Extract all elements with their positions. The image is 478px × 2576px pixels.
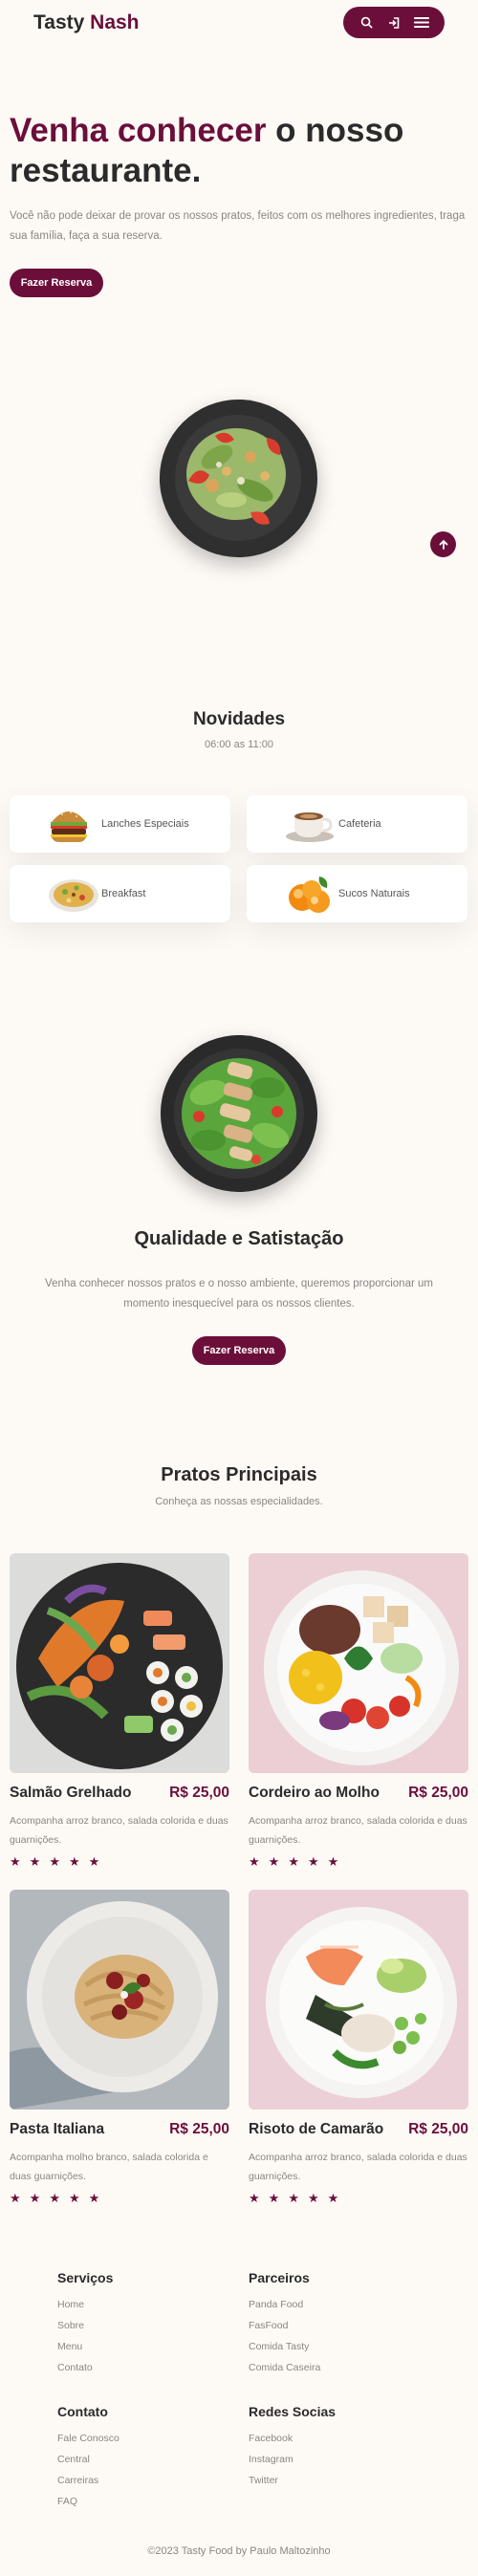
login-icon[interactable] [385,14,402,32]
star-icon: ★ [49,2191,60,2205]
footer-link-carreiras[interactable]: Carreiras [57,2475,98,2486]
footer-heading-redes-sociais: Redes Socias [249,2404,337,2419]
menu-icon[interactable] [413,14,430,32]
dish-rating: ★ ★ ★ ★ ★ [249,2191,338,2206]
copyright: ©2023 Tasty Food by Paulo Maltozinho [147,2545,331,2557]
star-icon: ★ [49,1854,60,1869]
pratos-subtitle: Conheça as nossas especialidades. [155,1496,323,1507]
footer-heading-contato: Contato [57,2404,108,2419]
pratos-title: Pratos Principais [161,1464,317,1485]
footer-link-instagram[interactable]: Instagram [249,2454,293,2465]
footer-link-panda-food[interactable]: Panda Food [249,2299,303,2310]
quality-dish-image [161,1035,317,1192]
novidades-hours: 06:00 as 11:00 [205,739,273,750]
category-label: Sucos Naturais [338,888,410,899]
logo[interactable]: Tasty Nash [33,11,140,34]
dish-price: R$ 25,00 [408,1785,468,1801]
star-icon: ★ [29,2191,41,2205]
category-card-cafeteria[interactable]: Cafeteria [247,795,467,853]
star-icon: ★ [327,2191,339,2205]
footer-link-comida-caseira[interactable]: Comida Caseira [249,2362,320,2373]
star-icon: ★ [68,2191,80,2205]
novidades-title: Novidades [192,709,286,729]
dish-image-risoto[interactable] [249,1890,468,2110]
category-card-lanches[interactable]: Lanches Especiais [10,795,230,853]
star-icon: ★ [29,1854,41,1869]
footer-heading-servicos: Serviços [57,2270,114,2285]
category-label: Breakfast [101,888,146,899]
star-icon: ★ [268,1854,280,1869]
footer-heading-parceiros: Parceiros [249,2270,310,2285]
category-label: Lanches Especiais [101,818,189,830]
hero-title: Venha conhecer o nosso restaurante. [10,111,459,191]
star-icon: ★ [307,2191,319,2205]
rice-dish-icon [48,875,98,913]
coffee-icon [285,805,334,843]
dish-description: Acompanha arroz branco, salada colorida … [249,2152,467,2182]
star-icon: ★ [268,2191,280,2205]
star-icon: ★ [88,1854,100,1869]
dish-name: Risoto de Camarão [249,2121,384,2137]
star-icon: ★ [288,1854,299,1869]
quality-description: Venha conhecer nossos pratos e o nosso a… [45,1278,433,1310]
dish-name: Salmão Grelhado [10,1785,132,1801]
site-header: Tasty Nash [0,0,478,48]
hero-title-accent: Venha conhecer [10,112,267,149]
reserve-button-secondary[interactable]: Fazer Reserva [192,1336,286,1365]
search-icon[interactable] [358,14,375,32]
quality-title: Qualidade e Satistação [134,1228,344,1249]
oranges-icon [285,875,330,913]
dish-description: Acompanha arroz branco, salada colorida … [10,1815,228,1846]
star-icon: ★ [10,2191,21,2205]
footer-link-fale-conosco[interactable]: Fale Conosco [57,2433,120,2444]
burger-icon [48,805,90,843]
star-icon: ★ [68,1854,80,1869]
dish-price: R$ 25,00 [169,1785,229,1801]
dish-rating: ★ ★ ★ ★ ★ [10,1854,99,1870]
dish-image-cordeiro[interactable] [249,1553,468,1773]
scroll-to-top-button[interactable] [430,531,456,557]
footer-link-sobre[interactable]: Sobre [57,2320,84,2331]
footer-link-comida-tasty[interactable]: Comida Tasty [249,2341,309,2352]
footer-link-contato[interactable]: Contato [57,2362,93,2373]
category-card-sucos[interactable]: Sucos Naturais [247,865,467,922]
hero-dish-image [160,400,317,557]
logo-text-primary: Tasty [33,11,85,33]
dish-rating: ★ ★ ★ ★ ★ [10,2191,99,2206]
star-icon: ★ [10,1854,21,1869]
footer-link-twitter[interactable]: Twitter [249,2475,278,2486]
hero-description: Você não pode deixar de provar os nossos… [10,210,466,242]
dish-image-pasta[interactable] [10,1890,229,2110]
footer-link-home[interactable]: Home [57,2299,84,2310]
reserve-button[interactable]: Fazer Reserva [10,269,103,297]
dish-description: Acompanha molho branco, salada colorida … [10,2152,208,2182]
star-icon: ★ [288,2191,299,2205]
star-icon: ★ [307,1854,319,1869]
dish-price: R$ 25,00 [169,2121,229,2137]
category-card-breakfast[interactable]: Breakfast [10,865,230,922]
star-icon: ★ [88,2191,100,2205]
dish-name: Pasta Italiana [10,2121,105,2137]
footer-link-facebook[interactable]: Facebook [249,2433,293,2444]
footer-link-menu[interactable]: Menu [57,2341,82,2352]
logo-text-accent: Nash [90,11,140,33]
dish-description: Acompanha arroz branco, salada colorida … [249,1815,467,1846]
nav-actions [343,7,445,38]
footer-link-central[interactable]: Central [57,2454,90,2465]
star-icon: ★ [249,1854,260,1869]
dish-name: Cordeiro ao Molho [249,1785,380,1801]
star-icon: ★ [327,1854,339,1869]
footer-link-faq[interactable]: FAQ [57,2496,77,2507]
star-icon: ★ [249,2191,260,2205]
dish-image-salmao[interactable] [10,1553,229,1773]
category-label: Cafeteria [338,818,381,830]
dish-price: R$ 25,00 [408,2121,468,2137]
footer-link-fasfood[interactable]: FasFood [249,2320,288,2331]
dish-rating: ★ ★ ★ ★ ★ [249,1854,338,1870]
